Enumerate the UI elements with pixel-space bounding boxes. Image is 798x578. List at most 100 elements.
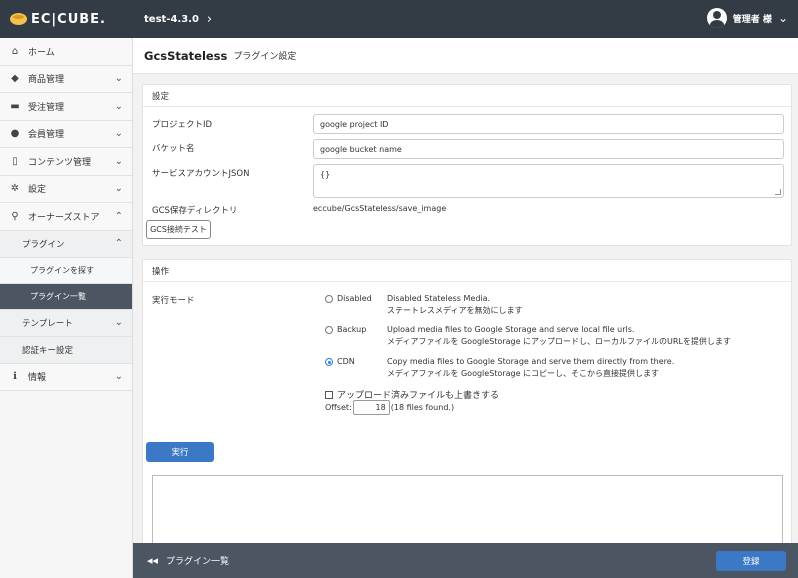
sidebar-item-label: プラグインを探す — [30, 265, 94, 275]
mode-cdn-label: CDN — [337, 357, 355, 366]
overwrite-checkbox[interactable] — [325, 390, 333, 399]
sidebar: ⌂ ホーム ◆ 商品管理 ⌄ ▬ 受注管理 ⌄ ● 会員管理 ⌄ ▯ コンテンツ… — [0, 38, 133, 578]
mode-backup-option[interactable]: Backup Upload media files to Google Stor… — [325, 325, 731, 348]
home-icon: ⌂ — [11, 45, 19, 57]
resize-grip-icon[interactable] — [775, 189, 781, 195]
chevron-down-icon: ⌄ — [114, 317, 123, 328]
offset-label: Offset: — [325, 403, 352, 412]
sidebar-item-label: プラグイン一覧 — [30, 291, 86, 301]
register-button-label: 登録 — [742, 557, 760, 567]
sidebar-item-info[interactable]: ℹ 情報 ⌄ — [0, 363, 132, 391]
sidebar-item-products[interactable]: ◆ 商品管理 ⌄ — [0, 65, 132, 93]
sidebar-item-owners-store[interactable]: ⚲ オーナーズストア ⌃ — [0, 203, 132, 231]
chevron-down-icon: ⌄ — [114, 73, 123, 85]
ec-cube-logo[interactable]: EC|CUBE. — [10, 12, 132, 27]
mode-backup-desc-ja: メディアファイルを GoogleStorage にアップロードし、ローカルファイ… — [387, 337, 731, 346]
operation-card: 操作 実行モード Disabled Disabled Stateless Med… — [142, 259, 792, 555]
mode-disabled-label: Disabled — [337, 294, 372, 303]
sidebar-item-label: 受注管理 — [28, 102, 65, 113]
sidebar-item-plugin-list[interactable]: プラグイン一覧 — [0, 283, 132, 310]
logo-text: EC|CUBE. — [31, 11, 106, 27]
info-icon: ℹ — [13, 371, 17, 383]
plug-icon: ⚲ — [11, 210, 19, 222]
offset-value: 18 — [375, 403, 386, 412]
settings-card-heading: 設定 — [143, 85, 791, 107]
sidebar-item-plugin[interactable]: プラグイン ⌃ — [0, 230, 132, 258]
chevron-up-icon: ⌃ — [114, 238, 123, 249]
mode-cdn-description: Copy media files to Google Storage and s… — [387, 356, 674, 380]
mode-disabled-description: Disabled Stateless Media. ステートレスメディアを無効に… — [387, 293, 522, 317]
sidebar-item-home[interactable]: ⌂ ホーム — [0, 38, 132, 66]
chevron-up-icon: ⌃ — [114, 210, 123, 222]
file-icon: ▯ — [12, 155, 18, 167]
sidebar-item-auth-key[interactable]: 認証キー設定 — [0, 336, 132, 364]
back-to-plugin-list-link[interactable]: プラグイン一覧 — [166, 554, 229, 567]
bucket-name-value: google bucket name — [320, 144, 402, 154]
chevron-down-icon: ⌄ — [114, 183, 123, 195]
execute-button-label: 実行 — [171, 448, 189, 458]
shop-name-link[interactable]: test-4.3.0 — [144, 14, 199, 25]
mode-backup-radio[interactable] — [325, 326, 333, 334]
mode-cdn-radio[interactable] — [325, 358, 333, 366]
sidebar-item-customers[interactable]: ● 会員管理 ⌄ — [0, 120, 132, 148]
user-name: 管理者 様 — [732, 14, 772, 25]
settings-card: 設定 プロジェクトID google project ID バケット名 goog… — [142, 84, 792, 246]
bucket-name-input[interactable]: google bucket name — [313, 139, 784, 159]
chevron-down-icon: ⌄ — [114, 155, 123, 167]
operation-card-heading: 操作 — [143, 260, 791, 282]
gcs-connection-test-button[interactable]: GCS接続テスト — [146, 220, 211, 239]
cart-icon: ▬ — [10, 100, 20, 112]
execute-button[interactable]: 実行 — [146, 442, 214, 462]
logo-coin-icon — [10, 13, 27, 25]
gcs-connection-test-label: GCS接続テスト — [150, 225, 207, 234]
sidebar-item-label: 情報 — [28, 373, 47, 384]
service-account-value: {} — [320, 170, 331, 179]
project-id-value: google project ID — [320, 119, 389, 129]
files-found-text: (18 files found.) — [390, 403, 455, 412]
mode-cdn-desc-ja: メディアファイルを GoogleStorage にコピーし、そこから直接提供しま… — [387, 369, 660, 378]
page-title: GcsStateless — [144, 48, 228, 63]
sidebar-item-contents[interactable]: ▯ コンテンツ管理 ⌄ — [0, 148, 132, 176]
sidebar-item-label: テンプレート — [22, 318, 73, 329]
mode-backup-desc-en: Upload media files to Google Storage and… — [387, 325, 635, 334]
mode-disabled-desc-en: Disabled Stateless Media. — [387, 294, 491, 303]
sidebar-item-template[interactable]: テンプレート ⌄ — [0, 309, 132, 337]
gear-icon: ✲ — [10, 183, 20, 195]
sidebar-item-plugin-search[interactable]: プラグインを探す — [0, 257, 132, 284]
sidebar-item-label: 認証キー設定 — [22, 345, 74, 356]
sidebar-item-label: 設定 — [28, 185, 47, 196]
bucket-name-label: バケット名 — [152, 144, 195, 154]
user-menu[interactable]: 管理者 様 ⌄ — [706, 8, 788, 28]
chevron-down-icon: ⌄ — [114, 128, 123, 140]
offset-row: Offset: 18 (18 files found.) — [325, 400, 454, 415]
project-id-input[interactable]: google project ID — [313, 114, 784, 134]
users-icon: ● — [10, 128, 20, 140]
gcs-dir-label: GCS保存ディレクトリ — [152, 206, 238, 216]
offset-input[interactable]: 18 — [352, 400, 390, 415]
gcs-dir-value: eccube/GcsStateless/save_image — [313, 204, 447, 213]
user-avatar-icon — [706, 8, 727, 28]
cube-icon: ◆ — [11, 73, 19, 85]
mode-cdn-option[interactable]: CDN Copy media files to Google Storage a… — [325, 357, 674, 380]
chevron-down-icon: ⌄ — [777, 11, 788, 25]
sidebar-item-label: 会員管理 — [28, 130, 65, 141]
sidebar-item-label: ホーム — [28, 47, 55, 58]
project-id-label: プロジェクトID — [152, 120, 213, 130]
service-account-label: サービスアカウントJSON — [152, 169, 250, 179]
mode-cdn-desc-en: Copy media files to Google Storage and s… — [387, 357, 675, 366]
double-chevron-left-icon[interactable]: ◂◂ — [147, 554, 158, 567]
mode-disabled-radio[interactable] — [325, 295, 333, 303]
mode-disabled-option[interactable]: Disabled Disabled Stateless Media. ステートレ… — [325, 294, 522, 317]
sidebar-item-orders[interactable]: ▬ 受注管理 ⌄ — [0, 93, 132, 121]
mode-backup-label: Backup — [337, 325, 367, 334]
sidebar-item-label: プラグイン — [22, 239, 65, 250]
header-bar: EC|CUBE. test-4.3.0 › 管理者 様 ⌄ — [0, 0, 798, 38]
sidebar-item-label: コンテンツ管理 — [28, 157, 92, 168]
chevron-right-icon[interactable]: › — [207, 12, 212, 27]
service-account-textarea[interactable]: {} — [313, 164, 784, 198]
sidebar-item-label: 商品管理 — [28, 75, 65, 86]
execution-mode-label: 実行モード — [152, 296, 195, 306]
sidebar-item-settings[interactable]: ✲ 設定 ⌄ — [0, 175, 132, 203]
register-button[interactable]: 登録 — [716, 551, 786, 571]
page-subtitle: プラグイン設定 — [233, 52, 297, 62]
